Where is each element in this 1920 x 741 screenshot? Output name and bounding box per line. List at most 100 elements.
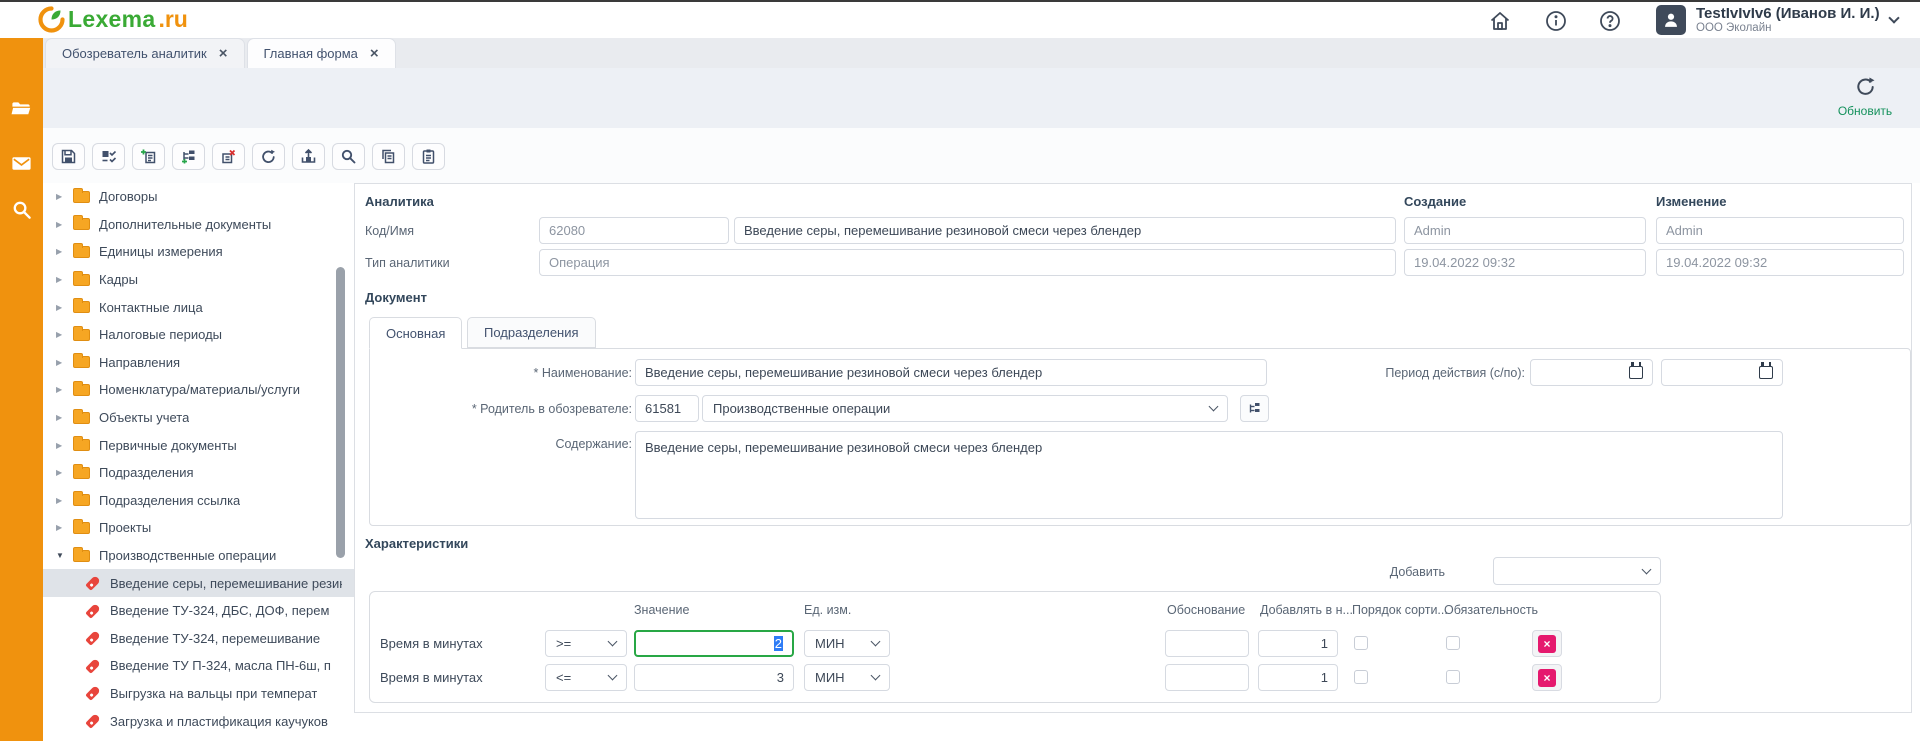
lexema-logo[interactable]: Lexema.ru — [38, 6, 188, 33]
analytics-type-input[interactable]: Операция — [539, 249, 1396, 276]
col-header-add-to: Добавлять в н... — [1260, 603, 1353, 617]
justification-input[interactable] — [1165, 630, 1249, 657]
expand-arrow-icon[interactable]: ▶ — [56, 441, 73, 450]
tab-document-departments[interactable]: Подразделения — [467, 317, 596, 348]
add-item-button[interactable] — [132, 143, 165, 170]
unit-select[interactable]: МИН — [804, 664, 890, 691]
add-to-input[interactable]: 1 — [1258, 664, 1338, 691]
tree-scrollbar-thumb[interactable] — [336, 267, 345, 558]
expand-arrow-icon[interactable]: ▶ — [56, 275, 73, 284]
calendar-icon[interactable] — [1759, 366, 1773, 379]
mail-icon[interactable] — [10, 152, 33, 175]
tree-leaf[interactable]: Введение ТУ-324, ДБС, ДОФ, перем — [43, 597, 354, 625]
expand-arrow-icon[interactable]: ▶ — [56, 220, 73, 229]
tree-folder[interactable]: ▶Подразделения ссылка — [43, 487, 354, 515]
tab-document-main[interactable]: Основная — [369, 317, 462, 349]
expand-arrow-icon[interactable]: ▶ — [56, 358, 73, 367]
collapse-arrow-icon[interactable]: ▼ — [56, 551, 73, 560]
expand-arrow-icon[interactable]: ▶ — [56, 523, 73, 532]
tree-folder[interactable]: ▶Дополнительные документы — [43, 211, 354, 239]
delete-item-button[interactable] — [212, 143, 245, 170]
paste-button[interactable] — [412, 143, 445, 170]
analytics-type-label: Тип аналитики — [365, 256, 450, 270]
tab-label: Главная форма — [264, 46, 358, 61]
import-button[interactable] — [292, 143, 325, 170]
parent-code-input[interactable]: 61581 — [635, 395, 699, 422]
value-input[interactable]: 3 — [634, 664, 794, 691]
tree-folder[interactable]: ▶Проекты — [43, 514, 354, 542]
user-menu[interactable]: TestIvIvIv6 (Иванов И. И.) ООО Эколайн — [1656, 5, 1898, 35]
close-icon[interactable]: × — [370, 46, 379, 61]
code-input[interactable]: 62080 — [539, 217, 729, 244]
expand-arrow-icon[interactable]: ▶ — [56, 247, 73, 256]
delete-row-button[interactable]: × — [1532, 630, 1562, 657]
calendar-icon[interactable] — [1629, 366, 1643, 379]
unit-select[interactable]: МИН — [804, 630, 890, 657]
help-icon[interactable] — [1598, 9, 1622, 33]
tree-folder[interactable]: ▶Налоговые периоды — [43, 321, 354, 349]
sort-order-checkbox[interactable] — [1354, 670, 1368, 684]
tree-folder-expanded[interactable]: ▼Производственные операции — [43, 542, 354, 570]
value-input[interactable]: 2 — [634, 630, 794, 657]
period-to-input[interactable] — [1661, 359, 1783, 386]
doc-name-input[interactable]: Введение серы, перемешивание резиновой с… — [635, 359, 1267, 386]
document-tab-content: * Наименование: Введение серы, перемешив… — [369, 348, 1911, 526]
tag-icon — [84, 685, 102, 701]
home-icon[interactable] — [1488, 9, 1512, 33]
required-checkbox[interactable] — [1446, 670, 1460, 684]
folder-icon — [73, 356, 90, 368]
created-column-header: Создание — [1404, 194, 1466, 209]
parent-tree-picker-button[interactable] — [1240, 395, 1269, 422]
operator-select[interactable]: >= — [545, 630, 627, 657]
expand-arrow-icon[interactable]: ▶ — [56, 413, 73, 422]
expand-arrow-icon[interactable]: ▶ — [56, 385, 73, 394]
refresh-button[interactable]: Обновить — [1830, 75, 1900, 118]
close-icon[interactable]: × — [219, 46, 228, 61]
justification-input[interactable] — [1165, 664, 1249, 691]
folder-icon — [73, 467, 90, 479]
tree-folder[interactable]: ▶Подразделения — [43, 459, 354, 487]
expand-arrow-icon[interactable]: ▶ — [56, 330, 73, 339]
tab-main-form[interactable]: Главная форма × — [247, 38, 396, 68]
search-button[interactable] — [332, 143, 365, 170]
analytics-name-input[interactable]: Введение серы, перемешивание резиновой с… — [734, 217, 1396, 244]
tree-leaf[interactable]: Введение ТУ-324, перемешивание — [43, 625, 354, 653]
tree-folder[interactable]: ▶Первичные документы — [43, 431, 354, 459]
copy-button[interactable] — [372, 143, 405, 170]
expand-arrow-icon[interactable]: ▶ — [56, 303, 73, 312]
expand-arrow-icon[interactable]: ▶ — [56, 496, 73, 505]
expand-arrow-icon[interactable]: ▶ — [56, 468, 73, 477]
tab-analytics-browser[interactable]: Обозреватель аналитик × — [45, 38, 245, 68]
search-icon[interactable] — [10, 198, 33, 221]
folder-icon — [73, 191, 90, 203]
tree-leaf[interactable]: Выгрузка на вальцы при температ — [43, 680, 354, 708]
period-from-input[interactable] — [1530, 359, 1653, 386]
tree-leaf[interactable]: Введение ТУ П-324, масла ПН-6ш, п — [43, 652, 354, 680]
tree-folder[interactable]: ▶Договоры — [43, 183, 354, 211]
tree-folder[interactable]: ▶Единицы измерения — [43, 238, 354, 266]
selected-text: 2 — [774, 636, 783, 651]
add-characteristic-select[interactable] — [1493, 557, 1661, 585]
chevron-down-icon — [871, 671, 881, 681]
tree-folder[interactable]: ▶Направления — [43, 349, 354, 377]
info-icon[interactable] — [1544, 9, 1568, 33]
tree-folder[interactable]: ▶Контактные лица — [43, 293, 354, 321]
tree-folder[interactable]: ▶Кадры — [43, 266, 354, 294]
tree-leaf-selected[interactable]: Введение серы, перемешивание резиновой с… — [43, 569, 354, 597]
content-textarea[interactable]: Введение серы, перемешивание резиновой с… — [635, 431, 1783, 519]
tree-structure-button[interactable] — [172, 143, 205, 170]
add-to-input[interactable]: 1 — [1258, 630, 1338, 657]
save-button[interactable] — [52, 143, 85, 170]
tree-folder[interactable]: ▶Объекты учета — [43, 404, 354, 432]
expand-arrow-icon[interactable]: ▶ — [56, 192, 73, 201]
folder-icon[interactable] — [10, 98, 33, 121]
operator-select[interactable]: <= — [545, 664, 627, 691]
delete-row-button[interactable]: × — [1532, 664, 1562, 691]
tree-leaf[interactable]: Загрузка и пластификация каучуков — [43, 707, 354, 735]
parent-select[interactable]: Производственные операции — [702, 395, 1228, 422]
select-check-button[interactable] — [92, 143, 125, 170]
required-checkbox[interactable] — [1446, 636, 1460, 650]
refresh-button-toolbar[interactable] — [252, 143, 285, 170]
tree-folder[interactable]: ▶Номенклатура/материалы/услуги — [43, 376, 354, 404]
sort-order-checkbox[interactable] — [1354, 636, 1368, 650]
